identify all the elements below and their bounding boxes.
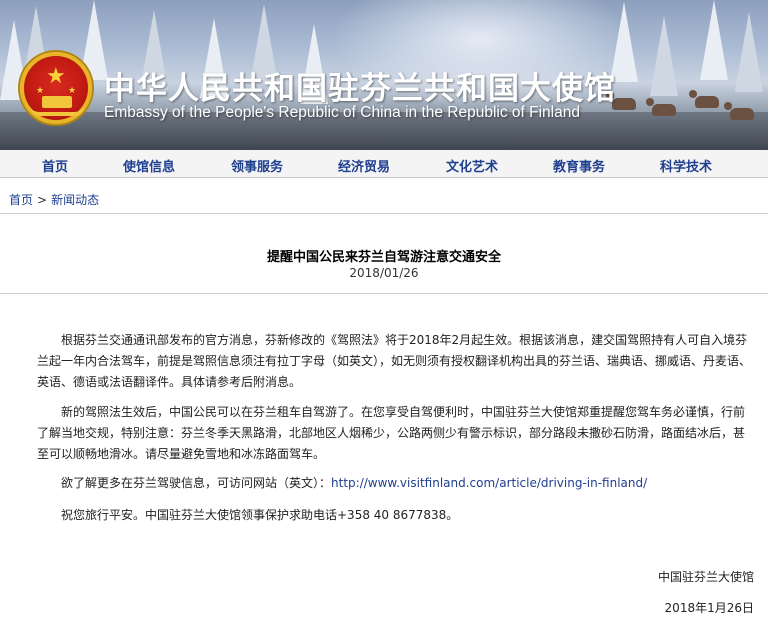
paragraph-text: 祝您旅行平安。中国驻芬兰大使馆领事保护求助电话+358 40 8677838。	[61, 508, 459, 522]
nav-item-science[interactable]: 科学技术	[660, 156, 712, 175]
emblem-star-icon: ★	[36, 86, 45, 96]
article-paragraph: 根据芬兰交通通讯部发布的官方消息，芬新修改的《驾照法》将于2018年2月起生效。…	[37, 330, 754, 393]
nav-item-education[interactable]: 教育事务	[553, 156, 605, 175]
paragraph-text: 新的驾照法生效后，中国公民可以在芬兰租车自驾游了。在您享受自驾便利时，中国驻芬兰…	[37, 405, 746, 461]
nav-item-consular[interactable]: 领事服务	[231, 156, 283, 175]
site-title-english: Embassy of the People's Republic of Chin…	[104, 104, 580, 121]
article-date: 2018/01/26	[349, 266, 419, 280]
banner-tree	[700, 0, 728, 80]
nav-item-embassy-info[interactable]: 使馆信息	[123, 156, 175, 175]
breadcrumb-home-link[interactable]: 首页	[9, 193, 33, 207]
emblem-star-icon: ★	[46, 64, 66, 89]
article-paragraph: 新的驾照法生效后，中国公民可以在芬兰租车自驾游了。在您享受自驾便利时，中国驻芬兰…	[37, 402, 754, 465]
article-signature: 中国驻芬兰大使馆	[657, 570, 754, 584]
nav-item-economy[interactable]: 经济贸易	[338, 156, 390, 175]
nav-item-culture[interactable]: 文化艺术	[446, 156, 498, 175]
article-paragraph: 祝您旅行平安。中国驻芬兰大使馆领事保护求助电话+358 40 8677838。	[37, 505, 754, 526]
banner-tree	[735, 12, 763, 92]
paragraph-text: 欲了解更多在芬兰驾驶信息，可访问网站（英文）：	[61, 476, 332, 490]
banner-tree	[650, 16, 678, 96]
article-signature-date: 2018年1月26日	[664, 601, 754, 615]
breadcrumb-divider	[0, 213, 768, 214]
article-paragraph: 欲了解更多在芬兰驾驶信息，可访问网站（英文）：http://www.visitf…	[37, 473, 754, 494]
nav-item-home[interactable]: 首页	[42, 156, 68, 175]
reindeer-figure	[724, 102, 754, 120]
breadcrumb-current-link[interactable]: 新闻动态	[51, 193, 99, 207]
site-title-chinese: 中华人民共和国驻芬兰共和国大使馆	[104, 71, 616, 107]
paragraph-text: 根据芬兰交通通讯部发布的官方消息，芬新修改的《驾照法》将于2018年2月起生效。…	[37, 333, 752, 389]
article-title: 提醒中国公民来芬兰自驾游注意交通安全	[266, 250, 501, 265]
breadcrumb: 首页 > 新闻动态	[9, 191, 99, 208]
reindeer-figure	[689, 90, 719, 108]
national-emblem-icon[interactable]: ★ ★ ★	[20, 52, 92, 124]
visitfinland-link[interactable]: http://www.visitfinland.com/article/driv…	[331, 476, 647, 490]
main-nav: 首页 使馆信息 领事服务 经济贸易 文化艺术 教育事务 科学技术	[0, 150, 768, 178]
breadcrumb-separator: >	[37, 193, 48, 207]
article-header-divider	[0, 293, 768, 294]
header-banner: ★ ★ ★ 中华人民共和国驻芬兰共和国大使馆 Embassy of the Pe…	[0, 0, 768, 150]
reindeer-figure	[646, 98, 676, 116]
emblem-wreath	[30, 106, 84, 116]
emblem-star-icon: ★	[68, 86, 77, 96]
